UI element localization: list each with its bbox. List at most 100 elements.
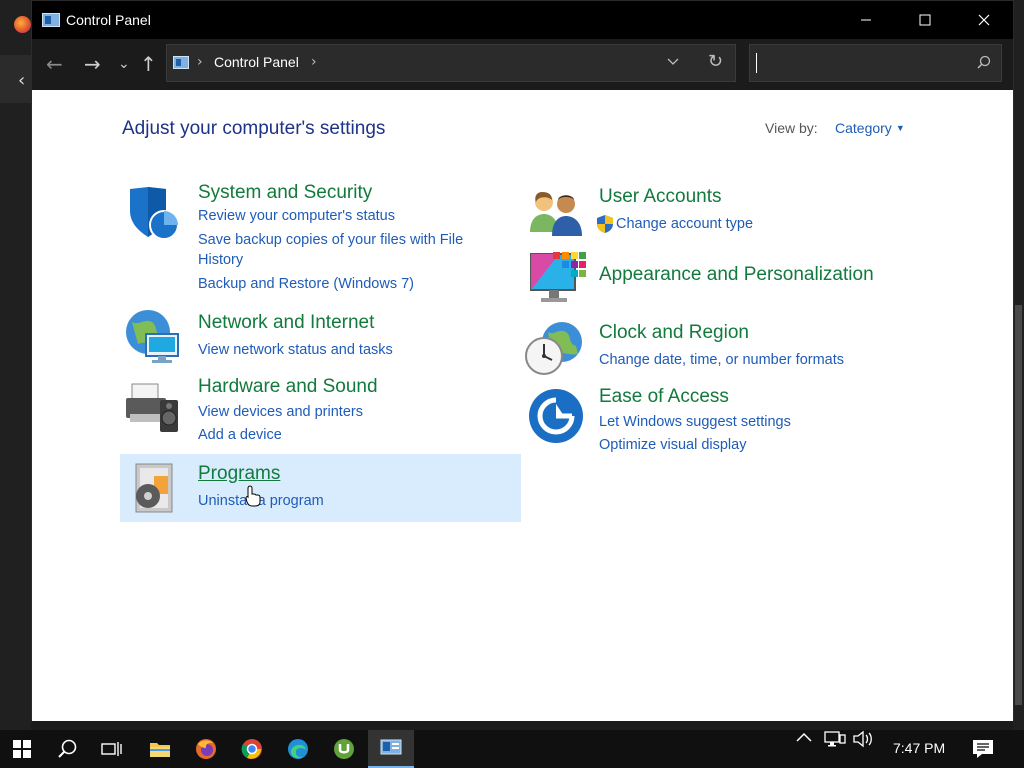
control-panel-icon bbox=[173, 56, 189, 69]
appearance-and-personalization-link[interactable]: Appearance and Personalization bbox=[599, 264, 919, 286]
page-title: Adjust your computer's settings bbox=[122, 118, 386, 139]
network-status-link[interactable]: View network status and tasks bbox=[198, 340, 498, 360]
up-button[interactable]: ↑ bbox=[140, 53, 157, 75]
maximize-icon bbox=[919, 14, 930, 26]
optimize-display-link[interactable]: Optimize visual display bbox=[599, 435, 919, 455]
back-arrow-icon: ‹ bbox=[18, 70, 26, 91]
minimize-button[interactable] bbox=[836, 1, 895, 39]
dropdown-caret-icon: ▼ bbox=[895, 123, 905, 133]
clock-globe-icon[interactable] bbox=[524, 320, 584, 382]
search-icon[interactable] bbox=[977, 55, 991, 73]
programs-link[interactable]: Programs bbox=[198, 463, 498, 485]
back-button[interactable]: ← bbox=[46, 53, 63, 75]
close-icon bbox=[978, 14, 989, 26]
show-hidden-icons-button[interactable] bbox=[794, 730, 814, 746]
clock-and-region-link[interactable]: Clock and Region bbox=[599, 322, 919, 344]
network-icon bbox=[824, 731, 846, 747]
chrome-icon bbox=[241, 739, 262, 759]
utorrent-taskbar-button[interactable] bbox=[322, 730, 366, 768]
notifications-button[interactable] bbox=[972, 739, 994, 763]
network-globe-icon[interactable] bbox=[124, 308, 184, 370]
title-bar[interactable]: Control Panel bbox=[32, 1, 1013, 39]
refresh-icon[interactable]: ↻ bbox=[708, 51, 723, 72]
firefox-taskbar-button[interactable] bbox=[184, 730, 228, 768]
search-box[interactable] bbox=[749, 44, 1002, 82]
printer-icon[interactable] bbox=[124, 380, 184, 442]
chrome-taskbar-button[interactable] bbox=[230, 730, 274, 768]
category-hardware-and-sound: Hardware and Sound View devices and prin… bbox=[198, 376, 498, 445]
ease-of-access-icon[interactable] bbox=[528, 388, 584, 448]
control-panel-icon bbox=[42, 13, 60, 27]
add-device-link[interactable]: Add a device bbox=[198, 425, 498, 445]
forward-button[interactable]: → bbox=[84, 53, 101, 75]
suggest-settings-link[interactable]: Let Windows suggest settings bbox=[599, 412, 919, 432]
category-user-accounts: User Accounts Change account type bbox=[596, 186, 899, 234]
category-system-and-security: System and Security Review your computer… bbox=[198, 182, 498, 294]
recent-locations-button[interactable]: ⌄ bbox=[118, 53, 130, 75]
view-by-value[interactable]: Category bbox=[835, 120, 892, 136]
taskbar-clock[interactable]: 7:47 PM bbox=[893, 740, 945, 756]
backup-restore-link[interactable]: Backup and Restore (Windows 7) bbox=[198, 274, 498, 294]
breadcrumb-control-panel[interactable]: Control Panel bbox=[214, 54, 299, 70]
change-account-type-link[interactable]: Change account type bbox=[616, 214, 753, 234]
taskbar: 7:47 PM bbox=[0, 730, 1024, 768]
control-panel-window: Control Panel ← → ⌄ ↑ › Control Panel › bbox=[31, 0, 1014, 721]
address-dropdown-icon[interactable] bbox=[667, 55, 679, 69]
search-taskbar-button[interactable] bbox=[46, 730, 90, 768]
category-network-and-internet: Network and Internet View network status… bbox=[198, 312, 498, 360]
firefox-icon bbox=[14, 16, 31, 33]
speaker-icon bbox=[853, 730, 872, 748]
ease-of-access-link[interactable]: Ease of Access bbox=[599, 386, 919, 408]
system-and-security-link[interactable]: System and Security bbox=[198, 182, 498, 204]
address-bar-row: ← → ⌄ ↑ › Control Panel › ↻ bbox=[32, 39, 1013, 90]
category-appearance-and-personalization: Appearance and Personalization bbox=[599, 264, 919, 286]
volume-tray-icon[interactable] bbox=[852, 730, 874, 752]
minimize-icon bbox=[860, 19, 871, 21]
category-ease-of-access: Ease of Access Let Windows suggest setti… bbox=[599, 386, 919, 455]
programs-disc-icon[interactable] bbox=[132, 462, 180, 520]
maximize-button[interactable] bbox=[895, 1, 954, 39]
network-and-internet-link[interactable]: Network and Internet bbox=[198, 312, 498, 334]
review-status-link[interactable]: Review your computer's status bbox=[198, 206, 498, 226]
edge-icon bbox=[288, 739, 308, 759]
view-by-label: View by: bbox=[765, 120, 818, 136]
task-view-button[interactable] bbox=[90, 730, 134, 768]
category-programs: Programs Uninstall a program bbox=[198, 463, 498, 511]
background-toolbar bbox=[0, 55, 31, 103]
change-date-time-link[interactable]: Change date, time, or number formats bbox=[599, 350, 919, 370]
view-by-dropdown[interactable]: Category ▼ bbox=[835, 120, 905, 136]
window-controls bbox=[836, 1, 1013, 39]
user-accounts-link[interactable]: User Accounts bbox=[599, 186, 899, 208]
control-panel-taskbar-button[interactable] bbox=[368, 730, 414, 768]
folder-icon bbox=[150, 743, 170, 757]
network-tray-icon[interactable] bbox=[824, 730, 846, 752]
change-account-type-row: Change account type bbox=[596, 214, 899, 234]
shield-icon[interactable] bbox=[126, 185, 182, 247]
start-button[interactable] bbox=[0, 730, 44, 768]
breadcrumb-chevron-icon[interactable]: › bbox=[197, 54, 203, 70]
background-scrollbar bbox=[1015, 305, 1022, 705]
close-button[interactable] bbox=[954, 1, 1013, 39]
action-center-icon bbox=[973, 740, 993, 758]
breadcrumb-chevron-icon[interactable]: › bbox=[311, 54, 317, 70]
windows-logo-icon bbox=[13, 740, 31, 758]
utorrent-icon bbox=[334, 739, 354, 759]
file-history-link[interactable]: Save backup copies of your files with Fi… bbox=[198, 230, 498, 270]
background-window-strip: ‹ bbox=[0, 0, 31, 730]
hand-cursor-icon bbox=[245, 485, 261, 511]
devices-printers-link[interactable]: View devices and printers bbox=[198, 402, 498, 422]
control-panel-icon bbox=[380, 739, 402, 755]
firefox-icon bbox=[196, 739, 216, 759]
edge-taskbar-button[interactable] bbox=[276, 730, 320, 768]
search-input[interactable] bbox=[756, 53, 966, 73]
file-explorer-taskbar-button[interactable] bbox=[138, 730, 182, 768]
appearance-monitor-icon[interactable] bbox=[529, 250, 587, 312]
chevron-up-icon bbox=[796, 732, 812, 742]
uac-shield-icon bbox=[597, 215, 613, 233]
search-icon bbox=[58, 739, 77, 758]
uninstall-program-link[interactable]: Uninstall a program bbox=[198, 491, 498, 511]
background-right-strip bbox=[1013, 0, 1024, 730]
users-icon[interactable] bbox=[528, 188, 584, 242]
hardware-and-sound-link[interactable]: Hardware and Sound bbox=[198, 376, 498, 398]
address-bar[interactable]: › Control Panel › ↻ bbox=[166, 44, 736, 82]
